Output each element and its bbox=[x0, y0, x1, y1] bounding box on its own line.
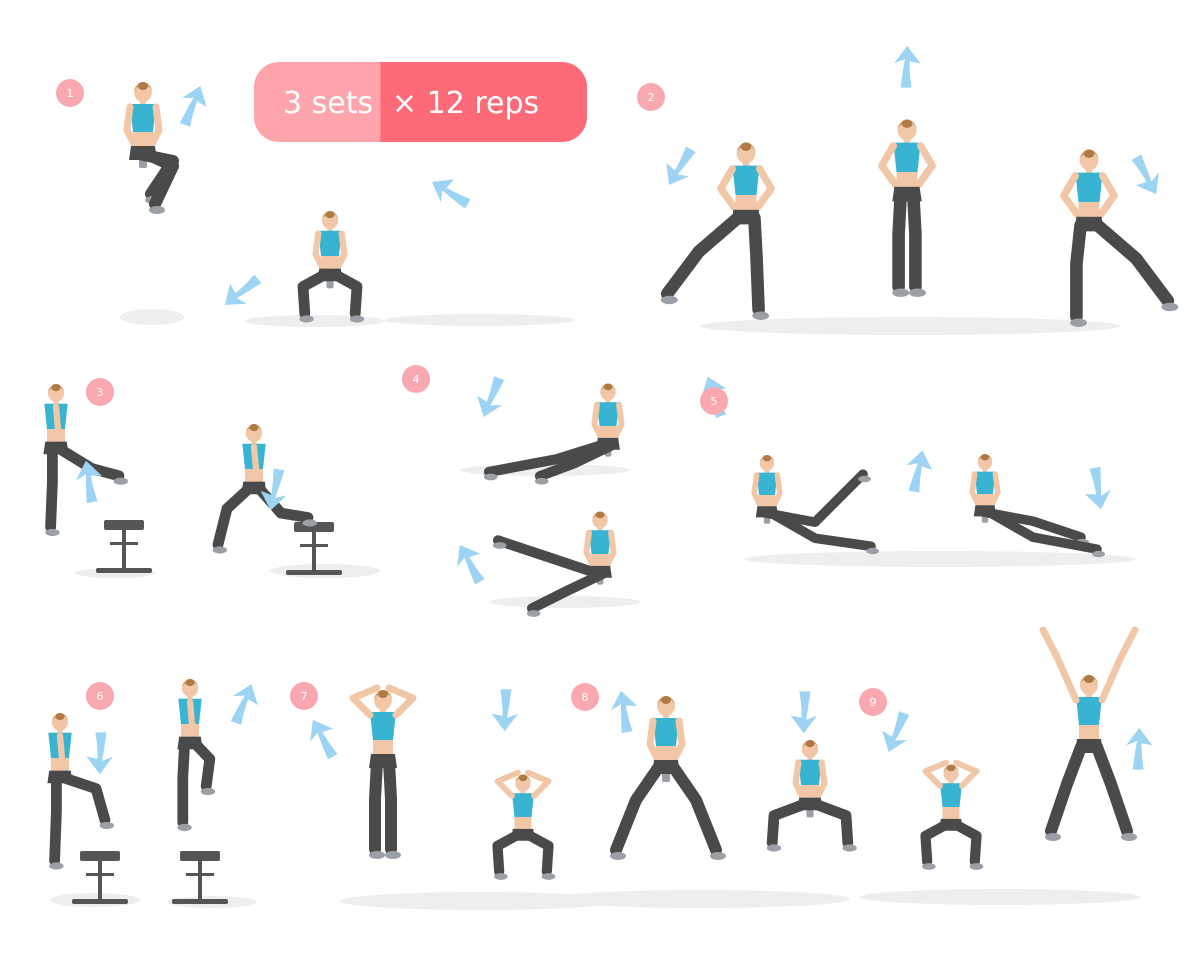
ground-shadow bbox=[860, 889, 1140, 905]
exercise-figure-icon bbox=[920, 759, 984, 870]
step-badge-8: 8 bbox=[571, 683, 599, 711]
direction-arrow-icon bbox=[611, 690, 638, 734]
exercise-figure-icon bbox=[177, 679, 216, 832]
step-badge-1: 1 bbox=[56, 79, 84, 107]
figures bbox=[43, 82, 1179, 880]
step-number: 5 bbox=[711, 395, 718, 408]
reps-label: × 12 reps bbox=[392, 86, 539, 121]
direction-arrow-icon bbox=[1131, 154, 1159, 195]
ground-shadow bbox=[385, 314, 575, 326]
step-badge-6: 6 bbox=[86, 682, 114, 710]
step-badge-9: 9 bbox=[859, 688, 887, 716]
step-bench-icon bbox=[96, 520, 152, 573]
direction-arrow-icon bbox=[457, 544, 485, 585]
ground-shadow bbox=[490, 596, 640, 608]
direction-arrow-icon bbox=[491, 689, 518, 732]
direction-arrow-icon bbox=[790, 691, 817, 734]
direction-arrow-icon bbox=[1084, 466, 1111, 510]
direction-arrow-icon bbox=[230, 684, 258, 725]
exercise-figure-icon bbox=[492, 769, 556, 880]
ground-shadow bbox=[245, 315, 385, 327]
exercise-figure-icon bbox=[297, 211, 365, 323]
exercise-figure-icon bbox=[878, 119, 936, 297]
step-badge-7: 7 bbox=[290, 682, 318, 710]
step-badge-2: 2 bbox=[637, 83, 665, 111]
exercise-figure-icon bbox=[123, 82, 179, 214]
direction-arrow-icon bbox=[1126, 727, 1153, 770]
ground-shadow bbox=[550, 890, 850, 908]
step-number: 4 bbox=[413, 373, 420, 386]
step-number: 8 bbox=[582, 691, 589, 704]
direction-arrow-icon bbox=[225, 274, 262, 305]
direction-arrow-icon bbox=[477, 376, 505, 417]
exercise-figure-icon bbox=[1060, 149, 1179, 327]
ground-shadows bbox=[50, 309, 1140, 910]
step-number: 9 bbox=[870, 696, 877, 709]
direction-arrow-icon bbox=[894, 45, 921, 88]
step-badge-3: 3 bbox=[86, 378, 114, 406]
workout-infographic: 1 2 3 4 5 6 7 8 9 3 sets × 12 reps bbox=[43, 45, 1179, 910]
exercise-figure-icon bbox=[1039, 626, 1139, 841]
direction-arrow-icon bbox=[906, 450, 933, 493]
exercise-figure-icon bbox=[751, 455, 879, 555]
direction-arrow-icon bbox=[882, 711, 910, 752]
sets-reps-pill: 3 sets × 12 reps bbox=[254, 62, 587, 142]
direction-arrow-icon bbox=[432, 179, 471, 209]
step-bench-icon bbox=[172, 851, 228, 904]
step-number: 2 bbox=[648, 91, 655, 104]
step-badge-5: 5 bbox=[700, 387, 728, 415]
step-number: 6 bbox=[97, 690, 104, 703]
direction-arrow-icon bbox=[666, 146, 696, 185]
ground-shadow bbox=[120, 309, 184, 325]
step-badge-4: 4 bbox=[402, 365, 430, 393]
ground-shadow bbox=[745, 551, 1135, 567]
step-number: 1 bbox=[67, 87, 74, 100]
exercise-figure-icon bbox=[969, 454, 1105, 558]
exercise-figure-icon bbox=[766, 740, 857, 852]
exercise-figure-icon bbox=[349, 684, 417, 859]
step-number: 7 bbox=[301, 690, 308, 703]
step-number: 3 bbox=[97, 386, 104, 399]
sets-label: 3 sets bbox=[283, 86, 373, 121]
exercise-figure-icon bbox=[212, 424, 317, 554]
direction-arrow-icon bbox=[310, 719, 338, 760]
direction-arrow-icon bbox=[86, 732, 113, 775]
direction-arrow-icon bbox=[179, 86, 207, 127]
exercise-figure-icon bbox=[43, 384, 128, 537]
